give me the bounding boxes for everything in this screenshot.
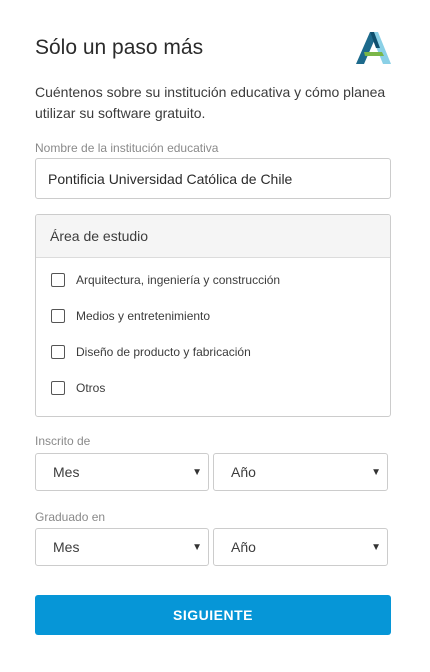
- enrolled-month-value: Mes: [53, 464, 80, 480]
- dropdown-caret-icon: ▼: [192, 542, 202, 553]
- checkbox[interactable]: [51, 273, 65, 287]
- autodesk-logo-icon: [356, 32, 391, 64]
- signup-step-page: Sólo un paso más Cuéntenos sobre su inst…: [0, 0, 430, 672]
- checkbox[interactable]: [51, 381, 65, 395]
- area-option-label: Arquitectura, ingeniería y construcción: [76, 273, 281, 287]
- institution-label: Nombre de la institución educativa: [35, 141, 219, 155]
- checkbox[interactable]: [51, 309, 65, 323]
- graduated-year-value: Año: [231, 539, 256, 555]
- dropdown-caret-icon: ▼: [371, 467, 381, 478]
- next-button[interactable]: SIGUIENTE: [35, 595, 391, 635]
- graduated-month-value: Mes: [53, 539, 80, 555]
- dropdown-caret-icon: ▼: [192, 467, 202, 478]
- dropdown-caret-icon: ▼: [371, 542, 381, 553]
- enrolled-label: Inscrito de: [35, 434, 91, 448]
- graduated-label: Graduado en: [35, 510, 106, 524]
- area-option-product-design[interactable]: Diseño de producto y fabricación: [51, 345, 251, 359]
- area-of-study-heading: Área de estudio: [36, 215, 390, 258]
- intro-text: Cuéntenos sobre su institución educativa…: [35, 84, 386, 121]
- graduated-year-select[interactable]: Año ▼: [213, 528, 388, 566]
- area-option-label: Diseño de producto y fabricación: [76, 345, 251, 359]
- checkbox[interactable]: [51, 345, 65, 359]
- area-option-label: Medios y entretenimiento: [76, 309, 211, 323]
- area-of-study-panel: Área de estudio Arquitectura, ingeniería…: [35, 214, 391, 417]
- enrolled-year-select[interactable]: Año ▼: [213, 453, 388, 491]
- area-option-architecture[interactable]: Arquitectura, ingeniería y construcción: [51, 273, 280, 287]
- page-title: Sólo un paso más: [35, 36, 204, 59]
- area-option-media[interactable]: Medios y entretenimiento: [51, 309, 210, 323]
- area-option-other[interactable]: Otros: [51, 381, 105, 395]
- enrolled-month-select[interactable]: Mes ▼: [35, 453, 209, 491]
- graduated-month-select[interactable]: Mes ▼: [35, 528, 209, 566]
- enrolled-year-value: Año: [231, 464, 256, 480]
- institution-input[interactable]: [35, 158, 391, 199]
- area-option-label: Otros: [76, 381, 106, 395]
